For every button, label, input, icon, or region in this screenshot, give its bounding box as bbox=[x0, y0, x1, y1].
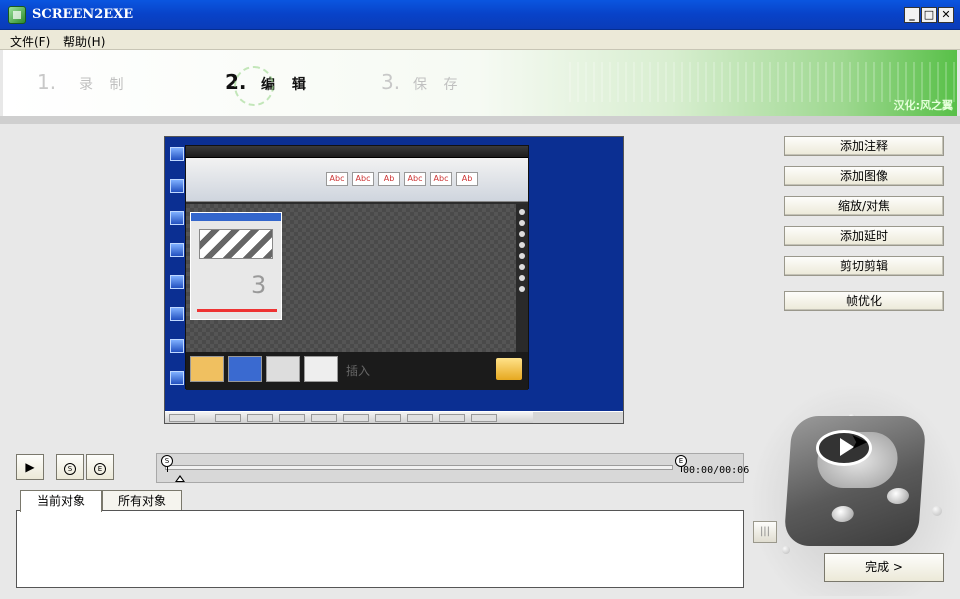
dice-pip bbox=[831, 506, 855, 522]
ribbon-style-swatch: Ab bbox=[456, 172, 478, 186]
object-panel bbox=[16, 510, 744, 588]
menu-file[interactable]: 文件(F) bbox=[10, 33, 50, 50]
cut-clip-button[interactable]: 剪切剪辑 bbox=[784, 256, 944, 276]
taskbar-button bbox=[311, 414, 337, 422]
step-1-label: 录 制 bbox=[79, 77, 130, 93]
folder-icon bbox=[496, 358, 522, 380]
taskbar-button bbox=[343, 414, 369, 422]
desktop-icon bbox=[170, 275, 184, 289]
timeline-start-marker[interactable]: S bbox=[161, 455, 173, 472]
app-icon bbox=[8, 6, 26, 24]
timeline-track[interactable] bbox=[165, 465, 673, 470]
timeline[interactable]: S E 00:00/00:06 bbox=[156, 453, 749, 483]
mouse-cursor-icon: ➤ bbox=[850, 430, 869, 455]
clapperboard-icon bbox=[199, 229, 273, 259]
thumbnail bbox=[228, 356, 262, 382]
sidebar-dot-icon bbox=[519, 264, 525, 270]
set-end-marker-button[interactable]: E bbox=[86, 454, 114, 480]
step-banner: 1. 录 制 2. 编 辑 3. 保 存 汉化:风之翼 bbox=[3, 50, 957, 116]
thumbnail-text: 插入 bbox=[346, 364, 371, 378]
taskbar-button bbox=[375, 414, 401, 422]
playhead-handle[interactable] bbox=[175, 475, 185, 482]
finish-button[interactable]: 完成 > bbox=[824, 553, 944, 582]
thumbnail bbox=[304, 356, 338, 382]
window-title: SCREEN2EXE bbox=[32, 7, 134, 22]
desktop-icon bbox=[170, 179, 184, 193]
captured-app-window: Abc Abc Ab Abc Abc Ab 3 插入 bbox=[185, 145, 529, 390]
menu-help[interactable]: 帮助(H) bbox=[63, 33, 105, 50]
maximize-button[interactable]: □ bbox=[921, 7, 937, 23]
set-start-marker-button[interactable]: S bbox=[56, 454, 84, 480]
taskbar-button bbox=[215, 414, 241, 422]
add-image-button[interactable]: 添加图像 bbox=[784, 166, 944, 186]
card-red-note bbox=[197, 309, 277, 312]
sidebar-dot-icon bbox=[519, 220, 525, 226]
taskbar-button bbox=[471, 414, 497, 422]
desktop-icon bbox=[170, 307, 184, 321]
ribbon-style-swatch: Abc bbox=[352, 172, 374, 186]
frame-optimize-button[interactable]: 帧优化 bbox=[784, 291, 944, 311]
captured-sidebar bbox=[516, 204, 528, 352]
add-delay-button[interactable]: 添加延时 bbox=[784, 226, 944, 246]
desktop-icon bbox=[170, 243, 184, 257]
captured-thumbnail-strip: 插入 bbox=[186, 352, 528, 390]
ribbon-style-swatch: Abc bbox=[430, 172, 452, 186]
sidebar-dot-icon bbox=[519, 275, 525, 281]
captured-taskbar bbox=[165, 411, 623, 423]
captured-slide-card: 3 bbox=[190, 212, 282, 320]
droplet-icon bbox=[782, 546, 790, 554]
desktop-icon bbox=[170, 147, 184, 161]
taskbar-button bbox=[407, 414, 433, 422]
desktop-icon bbox=[170, 339, 184, 353]
droplet-icon bbox=[932, 506, 942, 516]
desktop-icon bbox=[170, 211, 184, 225]
thumbnail bbox=[266, 356, 300, 382]
ribbon-style-swatch: Abc bbox=[326, 172, 348, 186]
minimize-button[interactable]: _ bbox=[904, 7, 920, 23]
grid-button[interactable]: ||| bbox=[753, 521, 777, 543]
captured-ribbon: Abc Abc Ab Abc Abc Ab bbox=[186, 158, 528, 202]
timecode: 00:00/00:06 bbox=[683, 465, 750, 476]
banner-decoration bbox=[563, 62, 957, 102]
system-tray bbox=[533, 412, 623, 423]
banner-divider bbox=[0, 116, 960, 124]
end-marker-icon: E bbox=[94, 463, 106, 475]
tab-current-object[interactable]: 当前对象 bbox=[20, 490, 102, 512]
banner-brand: 汉化:风之翼 bbox=[893, 99, 953, 112]
taskbar-button bbox=[247, 414, 273, 422]
step-3-label: 保 存 bbox=[413, 77, 464, 93]
captured-title-bar bbox=[186, 146, 528, 158]
recording-preview[interactable]: Abc Abc Ab Abc Abc Ab 3 插入 bbox=[164, 136, 624, 424]
ribbon-style-swatch: Ab bbox=[378, 172, 400, 186]
dice-pip bbox=[886, 488, 910, 504]
play-button[interactable]: ▶ bbox=[16, 454, 44, 480]
card-header bbox=[191, 213, 281, 221]
tab-all-objects[interactable]: 所有对象 bbox=[102, 490, 182, 511]
sidebar-dot-icon bbox=[519, 253, 525, 259]
add-annotation-button[interactable]: 添加注释 bbox=[784, 136, 944, 156]
desktop-icon bbox=[170, 371, 184, 385]
thumbnail bbox=[190, 356, 224, 382]
step-3-number: 3. bbox=[381, 70, 401, 94]
card-number: 3 bbox=[251, 271, 267, 299]
step-1-number: 1. bbox=[37, 70, 57, 94]
taskbar-button bbox=[279, 414, 305, 422]
sidebar-dot-icon bbox=[519, 242, 525, 248]
sidebar-dot-icon bbox=[519, 209, 525, 215]
start-marker-icon: S bbox=[64, 463, 76, 475]
ribbon-style-swatch: Abc bbox=[404, 172, 426, 186]
title-bar: SCREEN2EXE _ □ ✕ bbox=[0, 0, 960, 30]
zoom-focus-button[interactable]: 缩放/对焦 bbox=[784, 196, 944, 216]
close-button[interactable]: ✕ bbox=[938, 7, 954, 23]
step-highlight-icon bbox=[234, 66, 274, 106]
taskbar-button bbox=[439, 414, 465, 422]
menu-bar: 文件(F) 帮助(H) bbox=[0, 30, 960, 50]
sidebar-dot-icon bbox=[519, 231, 525, 237]
sidebar-dot-icon bbox=[519, 286, 525, 292]
taskbar-button bbox=[169, 414, 195, 422]
